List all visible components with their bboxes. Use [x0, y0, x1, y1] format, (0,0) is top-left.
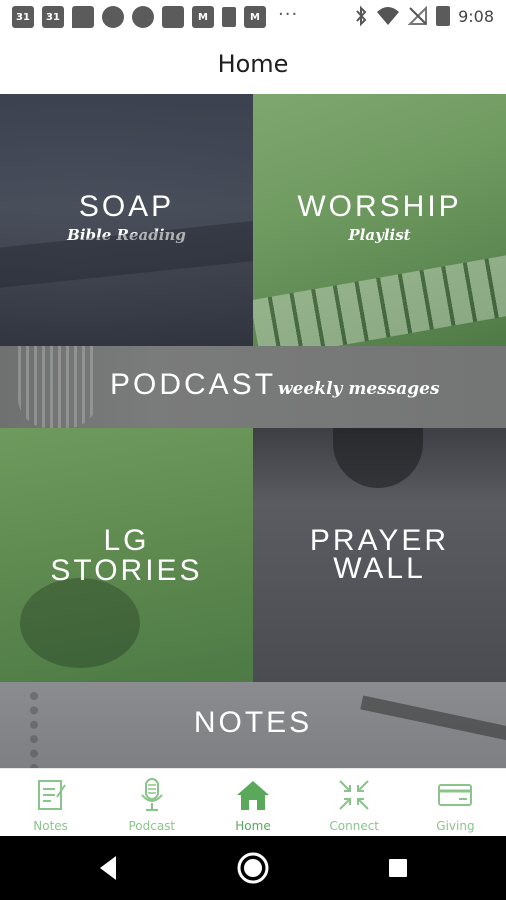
slack-icon: [102, 6, 124, 28]
clock: 9:08: [458, 6, 494, 26]
worship-tile[interactable]: WORSHIP Playlist: [253, 94, 506, 346]
home-circle-icon: [237, 852, 269, 884]
tab-podcast[interactable]: Podcast: [101, 769, 202, 836]
notes-icon: [37, 780, 66, 810]
tab-notes[interactable]: Notes: [0, 769, 101, 836]
phone-upload-icon: [222, 7, 236, 27]
wifi-icon: [377, 7, 400, 25]
microphone-icon: [141, 778, 163, 811]
home-system-button[interactable]: [223, 836, 283, 900]
soap-tile[interactable]: SOAP Bible Reading: [0, 94, 253, 346]
no-signal-icon: [408, 6, 428, 25]
back-icon: [100, 856, 116, 880]
page-title: Home: [217, 50, 289, 78]
soap-title: SOAP: [78, 190, 175, 223]
app-header: Home: [0, 34, 506, 94]
home-icon: [237, 781, 269, 810]
system-nav-bar: [0, 836, 506, 900]
bluetooth-icon: [356, 5, 367, 27]
gmail-icon: M: [192, 6, 214, 28]
status-bar: 31 31 M M ··· 9:08: [0, 0, 506, 34]
tab-label: Giving: [436, 819, 475, 833]
tab-connect[interactable]: Connect: [304, 769, 405, 836]
prayer-wall-tile[interactable]: PRAYER WALL: [253, 428, 506, 682]
tab-label: Home: [235, 819, 271, 833]
tab-label: Podcast: [128, 819, 176, 833]
prayer-wall-line2: WALL: [333, 552, 426, 585]
calendar-icon: 31: [42, 6, 64, 28]
lg-stories-line2: STORIES: [50, 554, 203, 587]
circle-icon: [132, 6, 154, 28]
calendar-icon: 31: [12, 6, 34, 28]
message-icon: [72, 6, 94, 28]
podcast-subtitle: weekly messages: [278, 379, 440, 399]
worship-title: WORSHIP: [297, 190, 462, 223]
overflow-icon: ···: [278, 3, 299, 25]
recents-button[interactable]: [368, 836, 428, 900]
worship-subtitle: Playlist: [348, 226, 411, 244]
notes-title: NOTES: [193, 706, 313, 739]
battery-icon: [436, 6, 451, 26]
lg-stories-tile[interactable]: LG STORIES: [0, 428, 253, 682]
bottom-tab-bar: Notes Podcast Home Connect Giving: [0, 768, 506, 836]
tab-label: Connect: [329, 819, 380, 833]
square-icon: [162, 6, 184, 28]
soap-subtitle: Bible Reading: [67, 226, 186, 244]
tab-label: Notes: [33, 819, 68, 833]
tab-giving[interactable]: Giving: [405, 769, 506, 836]
recents-icon: [389, 859, 407, 877]
system-icons: 9:08: [354, 5, 494, 27]
lg-stories-line1: LG: [103, 524, 150, 557]
podcast-tile[interactable]: PODCAST weekly messages: [0, 346, 506, 428]
notification-icons: 31 31 M M ···: [12, 3, 299, 28]
podcast-title: PODCAST: [110, 368, 277, 401]
connect-arrows-icon: [339, 780, 369, 810]
tab-home[interactable]: Home: [202, 769, 303, 836]
gmail-icon: M: [244, 6, 266, 28]
credit-card-icon: [438, 784, 473, 806]
notes-tile[interactable]: NOTES: [0, 682, 506, 768]
back-button[interactable]: [78, 836, 138, 900]
